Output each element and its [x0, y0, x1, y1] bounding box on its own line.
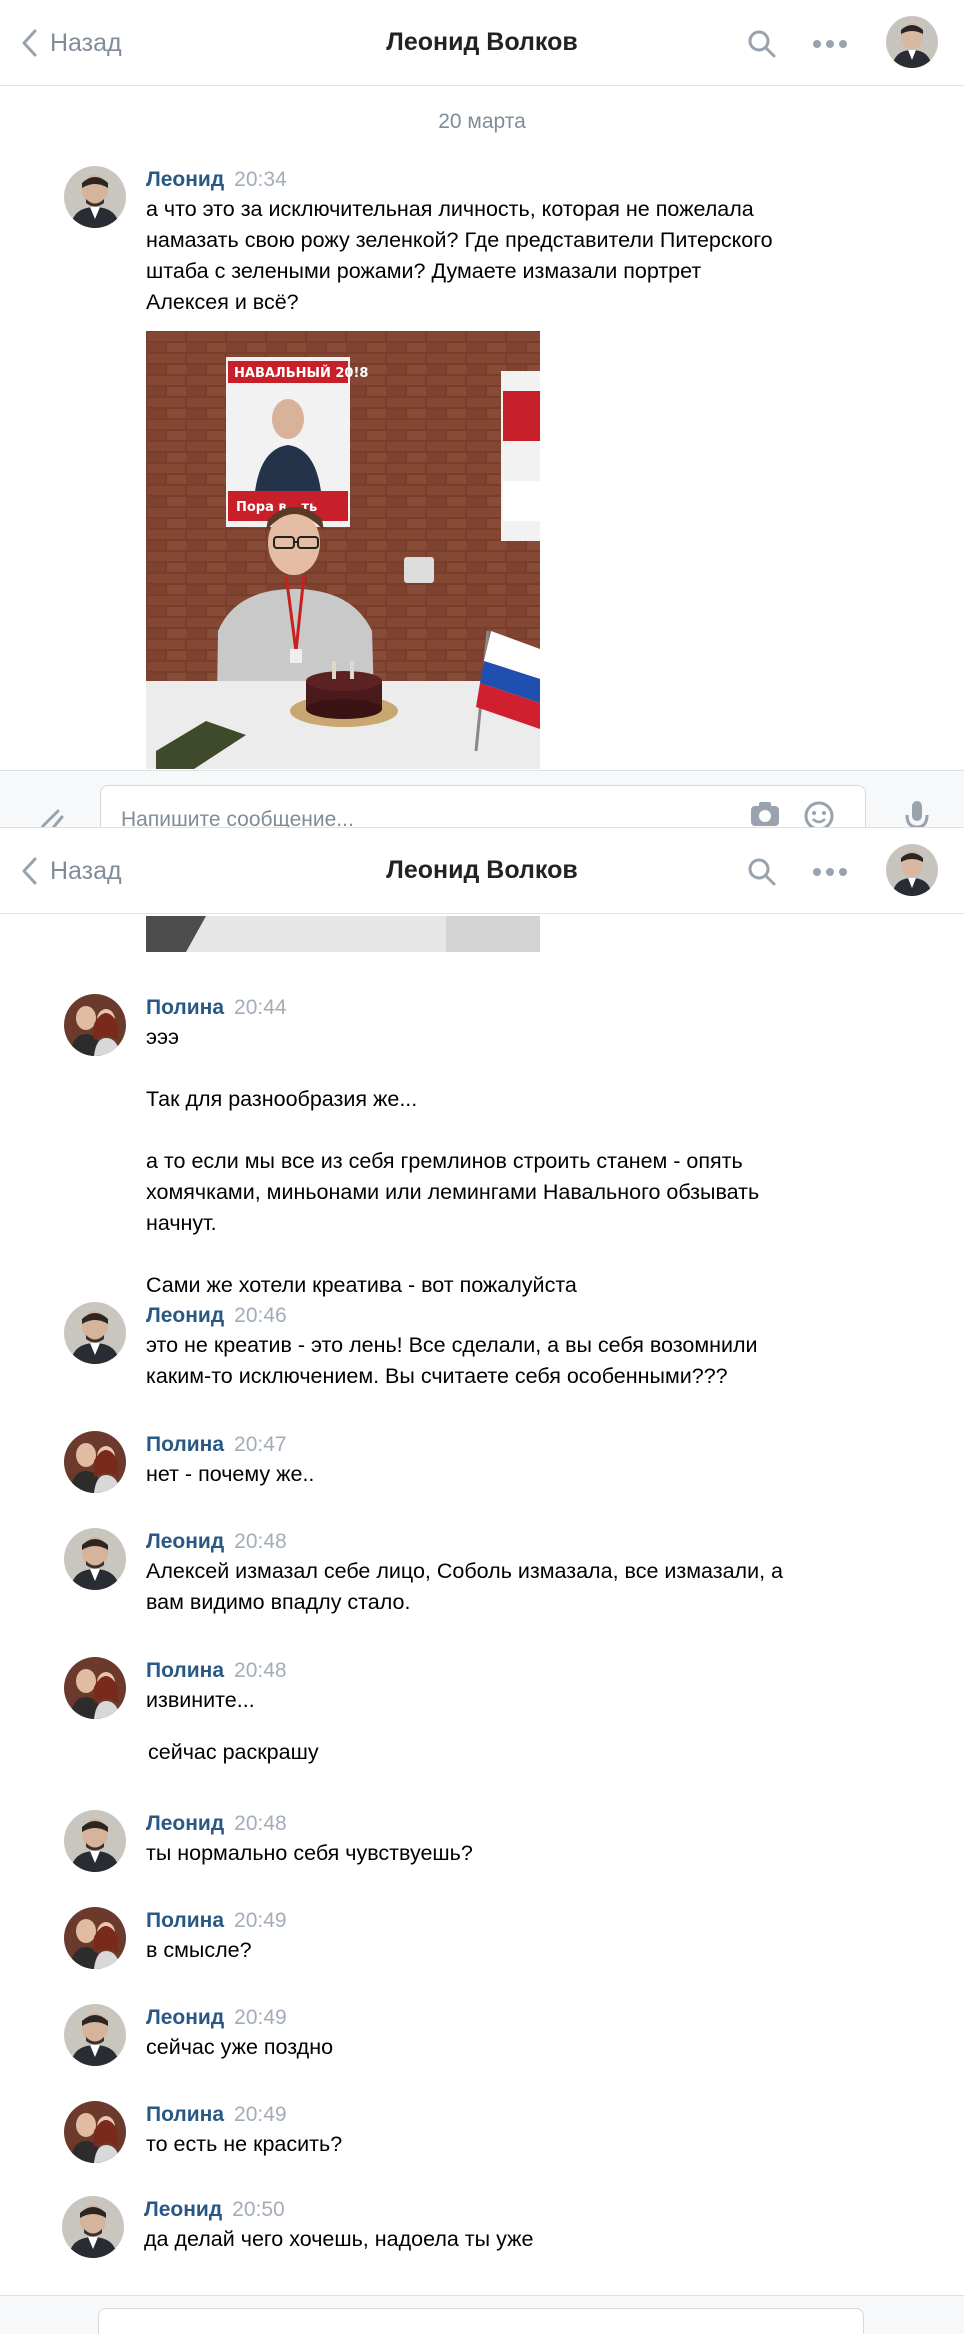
message-time: 20:48: [234, 1659, 287, 1682]
message-input[interactable]: Напишите сообщение...: [100, 785, 866, 828]
photo-attachment[interactable]: НАВАЛЬНЫЙ 20!8 Пора в...ть: [146, 331, 540, 769]
message-time: 20:44: [234, 996, 287, 1019]
message-time: 20:49: [234, 1909, 287, 1932]
camera-icon[interactable]: [749, 800, 781, 827]
photo-attachment-tail[interactable]: [146, 916, 540, 952]
composer: [0, 2295, 964, 2334]
message-time: 20:47: [234, 1433, 287, 1456]
author-name[interactable]: Леонид: [146, 2006, 224, 2029]
author-name[interactable]: Леонид: [146, 1304, 224, 1327]
avatar[interactable]: [64, 166, 126, 228]
poster-text: НАВАЛЬНЫЙ 20!8: [234, 365, 368, 381]
message-text: сейчас раскрашу: [148, 1740, 319, 1764]
message-time: 20:48: [234, 1530, 287, 1553]
avatar[interactable]: [64, 2101, 126, 2163]
message-text: да делай чего хочешь, надоела ты уже: [144, 2227, 534, 2251]
search-icon[interactable]: [742, 852, 782, 892]
author-name[interactable]: Леонид: [146, 1530, 224, 1553]
search-icon[interactable]: [742, 24, 782, 64]
message-time: 20:50: [232, 2198, 285, 2221]
message-text: то есть не красить?: [146, 2132, 343, 2156]
header-avatar[interactable]: [886, 16, 938, 68]
chat-header: Назад Леонид Волков: [0, 0, 964, 86]
date-separator: 20 марта: [438, 110, 526, 133]
author-name[interactable]: Леонид: [144, 2198, 222, 2221]
emoji-icon[interactable]: [803, 800, 835, 827]
composer: Напишите сообщение...: [0, 770, 964, 828]
avatar[interactable]: [62, 2196, 124, 2258]
author-name[interactable]: Полина: [146, 1659, 224, 1682]
message-text: а что это за исключительная личность, ко…: [146, 197, 773, 314]
chat-screen-bottom: Назад Леонид Волков Полина 20:44 эээ Так …: [0, 828, 964, 2334]
message-text: извините...: [146, 1688, 255, 1712]
avatar[interactable]: [64, 1528, 126, 1590]
message-text: ты нормально себя чувствуешь?: [146, 1841, 473, 1865]
message-text: Алексей измазал себе лицо, Соболь измаза…: [146, 1559, 784, 1614]
author-name[interactable]: Полина: [146, 996, 224, 1019]
author-name[interactable]: Полина: [146, 1433, 224, 1456]
author-name[interactable]: Леонид: [146, 1812, 224, 1835]
avatar[interactable]: [64, 994, 126, 1056]
message-text: нет - почему же..: [146, 1462, 315, 1486]
author-name[interactable]: Полина: [146, 2103, 224, 2126]
message-time: 20:34: [234, 168, 287, 191]
message-time: 20:49: [234, 2006, 287, 2029]
attach-icon[interactable]: [34, 803, 66, 827]
message-text: в смысле?: [146, 1938, 252, 1962]
chat-header: Назад Леонид Волков: [0, 828, 964, 914]
author-name[interactable]: Полина: [146, 1909, 224, 1932]
message-time: 20:48: [234, 1812, 287, 1835]
chat-screen-top: Назад Леонид Волков 20 марта Леонид 20:34…: [0, 0, 964, 828]
microphone-icon[interactable]: [904, 799, 930, 827]
message-text: это не креатив - это лень! Все сделали, …: [146, 1333, 758, 1388]
message-time: 20:46: [234, 1304, 287, 1327]
avatar[interactable]: [64, 1907, 126, 1969]
message-time: 20:49: [234, 2103, 287, 2126]
header-avatar[interactable]: [886, 844, 938, 896]
avatar[interactable]: [64, 1810, 126, 1872]
more-icon[interactable]: [810, 24, 850, 64]
avatar[interactable]: [64, 1302, 126, 1364]
more-icon[interactable]: [810, 852, 850, 892]
message-input-placeholder: Напишите сообщение...: [121, 808, 354, 828]
author-name[interactable]: Леонид: [146, 168, 224, 191]
message-input[interactable]: [98, 2308, 864, 2334]
avatar[interactable]: [64, 1431, 126, 1493]
avatar[interactable]: [64, 2004, 126, 2066]
message-text: эээ Так для разнообразия же... а то если…: [146, 1025, 760, 1297]
message-text: сейчас уже поздно: [146, 2035, 334, 2059]
avatar[interactable]: [64, 1657, 126, 1719]
